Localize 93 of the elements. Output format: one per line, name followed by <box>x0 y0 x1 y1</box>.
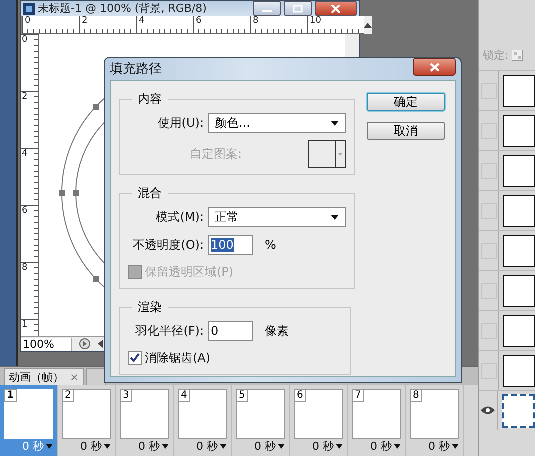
up-arrow-icon[interactable] <box>364 22 372 28</box>
eye-icon[interactable] <box>481 406 496 415</box>
layer-thumbnail[interactable] <box>503 234 535 266</box>
caret-icon[interactable] <box>162 444 169 449</box>
ruler-number: 8 <box>21 262 38 319</box>
frame-delay[interactable]: 0 秒 <box>428 439 450 454</box>
left-arrow-icon[interactable] <box>98 340 103 348</box>
caret-icon <box>338 152 343 156</box>
frame-delay[interactable]: 0 秒 <box>138 439 160 454</box>
caret-icon <box>331 120 339 126</box>
frame-delay[interactable]: 0 秒 <box>254 439 276 454</box>
caret-icon[interactable] <box>220 444 227 449</box>
minimize-button[interactable] <box>253 1 281 16</box>
ruler-number: 2 <box>79 16 136 29</box>
panel-tab[interactable] <box>86 368 106 385</box>
number-field[interactable]: 100 <box>208 235 253 255</box>
pattern-picker[interactable] <box>308 140 346 168</box>
unit-label: 像素 <box>265 322 289 340</box>
ruler-number: 0 <box>22 16 79 29</box>
frame-number: 8 <box>410 389 422 402</box>
visibility-toggle[interactable] <box>479 151 500 190</box>
close-icon <box>331 4 341 12</box>
group-title: 渲染 <box>137 299 163 316</box>
frame-delay[interactable]: 0 秒 <box>196 439 218 454</box>
frame-number: 1 <box>4 389 17 402</box>
caret-icon[interactable] <box>394 444 401 449</box>
caret-icon[interactable] <box>104 444 111 449</box>
layer-thumbnail[interactable] <box>503 114 535 146</box>
visibility-toggle[interactable] <box>479 271 500 310</box>
frame-delay[interactable]: 0 秒 <box>312 439 334 454</box>
caret-icon[interactable] <box>46 444 53 449</box>
visibility-toggle[interactable] <box>479 391 498 430</box>
status-icon[interactable] <box>78 338 92 350</box>
close-icon <box>430 62 440 72</box>
layer-thumbnail[interactable] <box>503 314 535 346</box>
field-label: 模式(M): <box>155 208 204 226</box>
window-title: 未标题-1 @ 100% (背景, RGB/8) <box>38 1 208 16</box>
frame-number: 5 <box>236 389 248 402</box>
caret-icon[interactable] <box>336 444 343 449</box>
zoom-field[interactable]: 100% <box>21 338 72 350</box>
checkbox-label: 保留透明区域(P) <box>145 264 234 280</box>
ruler-number: 6 <box>193 16 250 29</box>
dialog-title: 填充路径 <box>110 61 162 78</box>
checkbox[interactable] <box>128 351 142 365</box>
ruler-number: 2 <box>21 91 38 148</box>
lock-label: 锁定: <box>483 48 509 62</box>
frame-number: 3 <box>120 389 132 402</box>
frame-delay[interactable]: 0 秒 <box>80 439 102 454</box>
visibility-toggle[interactable] <box>479 71 500 110</box>
frame-number: 6 <box>294 389 306 402</box>
group-title: 内容 <box>137 91 163 108</box>
number-field[interactable]: 0 <box>208 321 253 341</box>
maximize-button[interactable] <box>284 1 312 16</box>
layer-thumbnail[interactable] <box>503 154 535 186</box>
panel-tab[interactable]: 动画（帧） × <box>4 368 84 385</box>
dropdown[interactable]: 正常 <box>208 207 346 227</box>
layer-thumbnail[interactable] <box>503 194 535 226</box>
dropdown[interactable]: 颜色... <box>208 113 346 133</box>
dialog-button[interactable]: 确定 <box>367 93 445 111</box>
frame-delay[interactable]: 0 秒 <box>370 439 392 454</box>
field-label: 不透明度(O): <box>132 236 204 254</box>
ruler-number: 4 <box>21 148 38 205</box>
visibility-toggle[interactable] <box>479 311 500 350</box>
close-button[interactable] <box>413 58 456 76</box>
ruler-number: 6 <box>21 205 38 262</box>
frame-number: 4 <box>178 389 190 402</box>
caret-icon[interactable] <box>452 444 459 449</box>
frame-number: 2 <box>62 389 74 402</box>
visibility-toggle[interactable] <box>479 351 500 390</box>
layer-thumbnail[interactable] <box>503 274 535 306</box>
layer-thumbnail[interactable] <box>503 74 535 106</box>
visibility-toggle[interactable] <box>479 111 500 150</box>
ruler-number: 8 <box>250 16 307 29</box>
close-button[interactable] <box>315 1 357 16</box>
dialog-button[interactable]: 取消 <box>367 122 445 140</box>
field-label: 自定图案: <box>190 146 242 162</box>
checkbox-label: 消除锯齿(A) <box>145 350 211 366</box>
caret-icon[interactable] <box>278 444 285 449</box>
visibility-toggle[interactable] <box>479 231 500 270</box>
caret-icon <box>331 214 339 220</box>
visibility-toggle[interactable] <box>479 191 500 230</box>
group-title: 混合 <box>137 185 163 202</box>
ruler-number: 4 <box>136 16 193 29</box>
maximize-icon <box>293 4 303 12</box>
app-icon <box>23 2 35 14</box>
animation-frame[interactable]: 1 0 秒 <box>0 385 58 456</box>
layer-thumbnail[interactable] <box>503 354 535 386</box>
field-label: 使用(U): <box>156 114 204 132</box>
ruler-number: 0 <box>21 34 38 91</box>
unit-label: % <box>265 238 276 252</box>
frame-number: 7 <box>352 389 364 402</box>
field-label: 羽化半径(F): <box>134 322 204 340</box>
layer-thumbnail[interactable] <box>502 394 535 428</box>
